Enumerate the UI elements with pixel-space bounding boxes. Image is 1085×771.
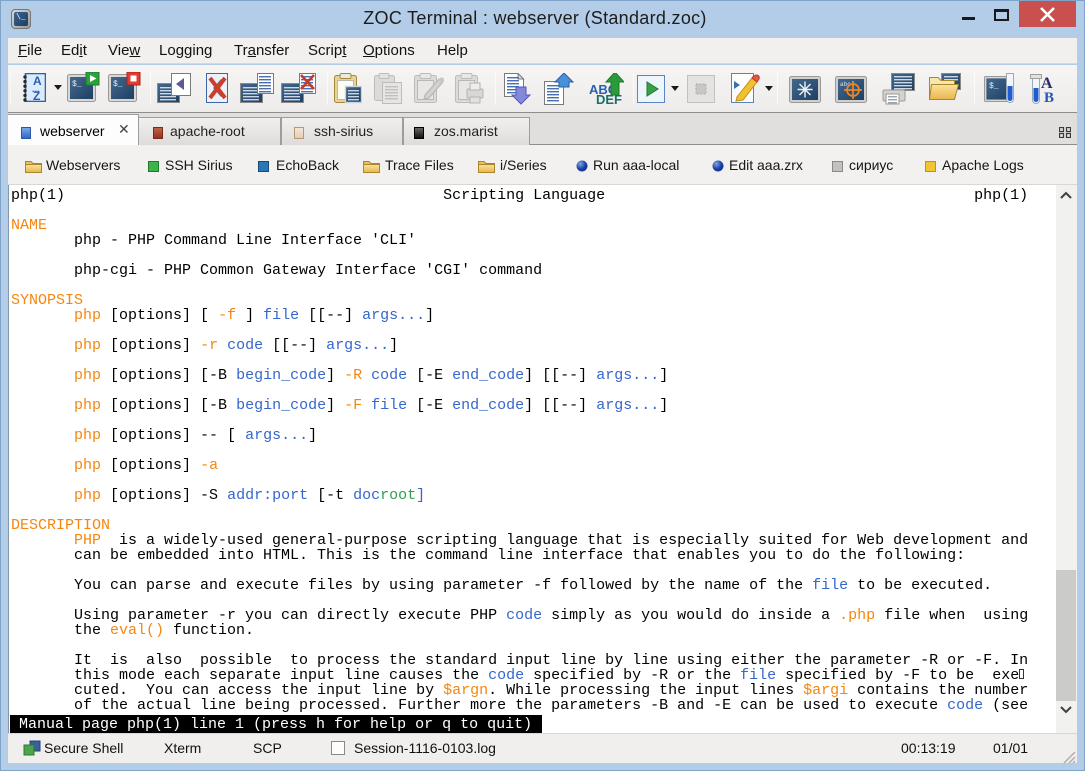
svg-text:Z: Z bbox=[33, 89, 40, 102]
svg-text:B: B bbox=[1044, 90, 1054, 104]
svg-text:$_: $_ bbox=[989, 82, 999, 91]
svg-text:$_: $_ bbox=[113, 80, 123, 89]
svg-text:$_: $_ bbox=[72, 80, 82, 89]
